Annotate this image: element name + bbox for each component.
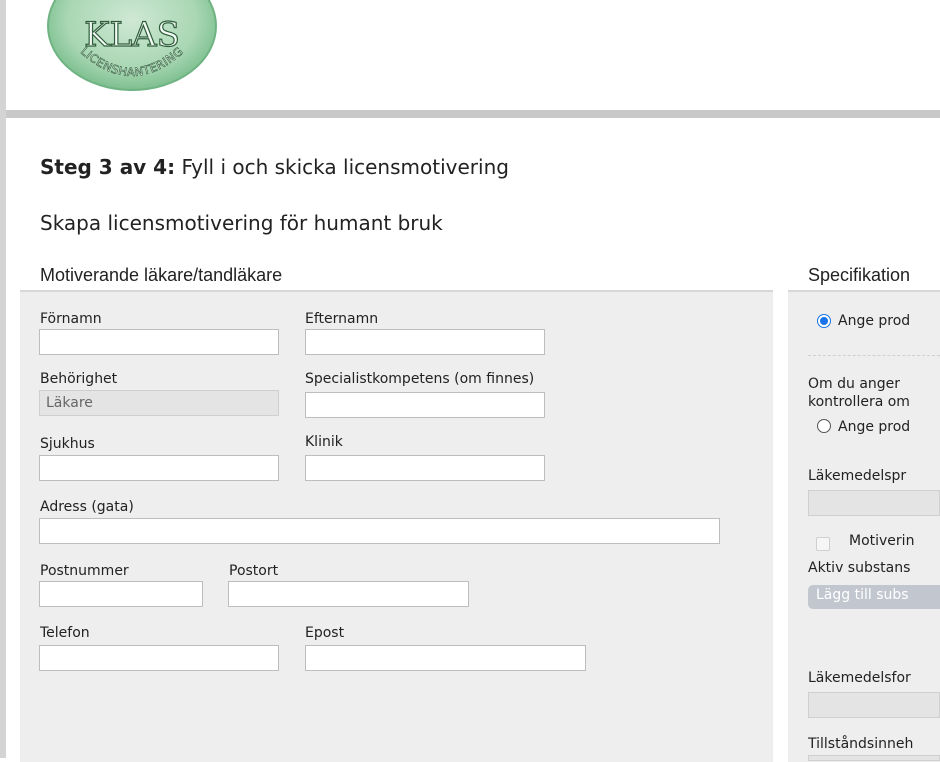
- adress-input[interactable]: [39, 518, 720, 544]
- lakemedelsprodukt-label: Läkemedelspr: [808, 468, 907, 484]
- logo-title: KLAS: [84, 15, 180, 55]
- motivering-label: Motiverin: [849, 533, 915, 549]
- motivering-checkbox[interactable]: [816, 537, 830, 551]
- doctor-section-heading: Motiverande läkare/tandläkare: [40, 265, 283, 285]
- product-radio-2[interactable]: [817, 419, 831, 433]
- header-divider: [6, 110, 940, 118]
- tillstandsinnehavare-label: Tillståndsinneh: [808, 736, 914, 752]
- step-title: Steg 3 av 4: Fyll i och skicka licensmot…: [40, 155, 509, 179]
- klinik-input[interactable]: [305, 455, 545, 481]
- lakemedelsprodukt-input: [808, 490, 940, 516]
- spec-dashed-divider: [808, 355, 940, 356]
- fornamn-input[interactable]: [39, 329, 279, 355]
- adress-label: Adress (gata): [40, 499, 134, 515]
- specialist-label: Specialistkompetens (om finnes): [305, 371, 535, 387]
- step-label: Steg 3 av 4:: [40, 155, 176, 179]
- efternamn-input[interactable]: [305, 329, 545, 355]
- lakemedelsform-input: [808, 692, 940, 718]
- lakemedelsform-label: Läkemedelsfor: [808, 670, 911, 686]
- postnummer-label: Postnummer: [40, 563, 129, 579]
- postort-label: Postort: [229, 563, 279, 579]
- fornamn-label: Förnamn: [40, 311, 102, 327]
- klinik-label: Klinik: [305, 434, 343, 450]
- product-radio-2-label: Ange prod: [838, 419, 911, 435]
- sjukhus-label: Sjukhus: [40, 436, 95, 452]
- postnummer-input[interactable]: [39, 581, 203, 607]
- spec-info-line1: Om du anger: [808, 376, 901, 392]
- spec-section-heading: Specifikation: [808, 265, 911, 285]
- efternamn-label: Efternamn: [305, 311, 379, 327]
- step-text: Fyll i och skicka licensmotivering: [175, 155, 509, 179]
- page-subtitle: Skapa licensmotivering för humant bruk: [40, 211, 443, 235]
- specialist-input[interactable]: [305, 392, 545, 418]
- telefon-input[interactable]: [39, 645, 279, 671]
- product-radio-1-label: Ange prod: [838, 313, 911, 329]
- telefon-label: Telefon: [40, 625, 90, 641]
- spec-info-line2: kontrollera om: [808, 394, 910, 410]
- behorighet-field: [39, 390, 279, 416]
- add-substance-button[interactable]: Lägg till subs: [808, 585, 940, 609]
- aktiv-substans-label: Aktiv substans: [808, 560, 911, 576]
- postort-input[interactable]: [228, 581, 469, 607]
- epost-input[interactable]: [305, 645, 586, 671]
- epost-label: Epost: [305, 625, 345, 641]
- klas-logo: KLAS LICENSHANTERING: [46, 0, 218, 92]
- tillstandsinnehavare-input: [808, 755, 940, 761]
- sjukhus-input[interactable]: [39, 455, 279, 481]
- behorighet-label: Behörighet: [40, 371, 118, 387]
- product-radio-1[interactable]: [817, 314, 831, 328]
